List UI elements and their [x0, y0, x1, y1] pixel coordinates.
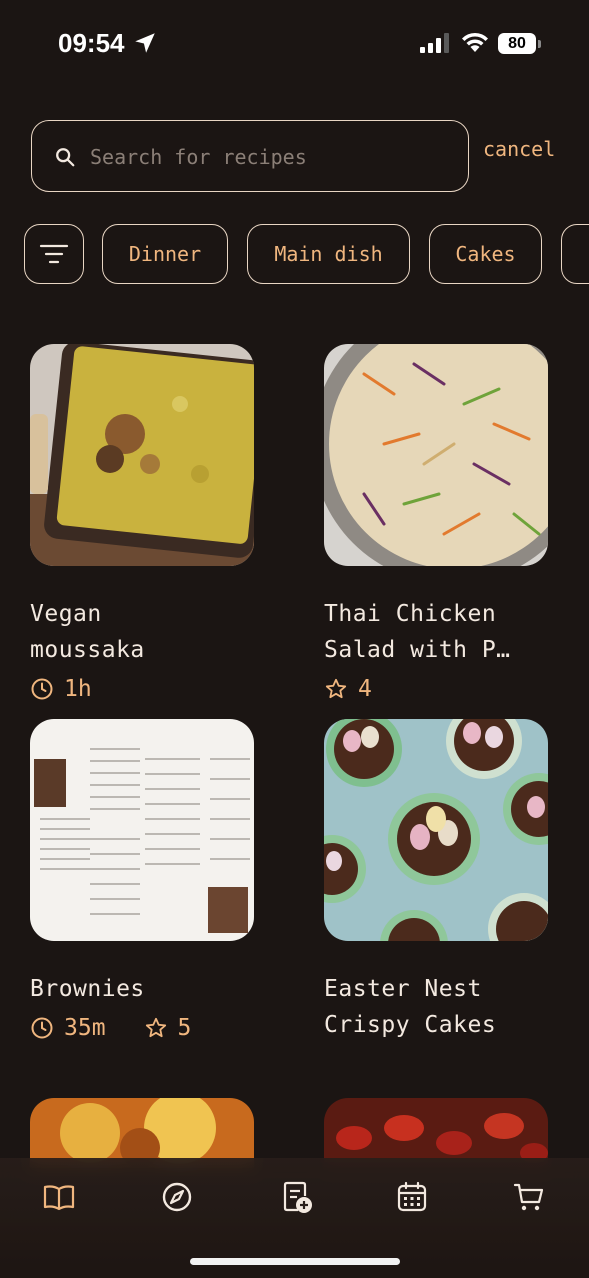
recipe-meta: 4 — [324, 676, 550, 702]
recipe-title-line: Crispy Cakes — [324, 1012, 497, 1038]
search-input[interactable] — [90, 139, 450, 175]
filter-chips: Dinner Main dish Cakes — [24, 224, 589, 286]
filter-icon — [39, 244, 69, 264]
chip-dinner[interactable]: Dinner — [102, 224, 228, 284]
star-icon — [145, 1017, 166, 1038]
recipe-title-line: moussaka — [30, 637, 145, 663]
recipe-title: Easter Nest Crispy Cakes — [324, 971, 550, 1043]
battery-tip — [538, 40, 541, 48]
cart-icon[interactable] — [512, 1180, 546, 1214]
recipe-meta: 1h — [30, 676, 256, 702]
recipe-image — [30, 719, 254, 941]
status-time: 09:54 — [58, 28, 125, 58]
book-icon[interactable] — [42, 1180, 76, 1214]
chip-main-dish[interactable]: Main dish — [247, 224, 410, 284]
cancel-button[interactable]: cancel — [483, 137, 555, 161]
clock-icon — [31, 1017, 53, 1039]
home-indicator[interactable] — [190, 1258, 400, 1265]
recipe-image — [30, 344, 254, 566]
recipe-card[interactable]: Brownies 35m 5 — [30, 719, 256, 1041]
recipe-meta: 35m 5 — [30, 1015, 256, 1041]
search-icon — [56, 148, 75, 167]
chip-cakes[interactable]: Cakes — [429, 224, 542, 284]
recipe-title: Thai Chicken Salad with P… — [324, 596, 550, 668]
battery-level: 80 — [498, 33, 536, 54]
cellular-signal-icon — [420, 33, 449, 53]
star-icon — [325, 678, 347, 699]
filter-button[interactable] — [24, 224, 84, 284]
cook-time-value: 35m — [64, 1015, 106, 1041]
recipe-title-line: Salad with P… — [324, 637, 511, 663]
location-arrow-icon — [135, 33, 155, 53]
calendar-icon[interactable] — [395, 1180, 429, 1214]
search-bar[interactable] — [31, 120, 469, 192]
recipe-title-line: Thai Chicken — [324, 601, 497, 627]
rating-value: 4 — [358, 676, 372, 702]
add-recipe-icon[interactable] — [279, 1180, 313, 1214]
recipe-card[interactable]: Easter Nest Crispy Cakes — [324, 719, 550, 1043]
recipe-title-line: Easter Nest — [324, 976, 482, 1002]
recipe-title-line: Brownies — [30, 976, 145, 1002]
chip-more[interactable] — [561, 224, 589, 284]
rating-value: 5 — [177, 1015, 192, 1041]
recipe-title: Vegan moussaka — [30, 596, 256, 668]
clock-icon — [31, 678, 53, 700]
rating: 4 — [324, 676, 372, 702]
recipe-image — [324, 719, 548, 941]
wifi-icon — [462, 32, 488, 52]
cook-time: 1h — [30, 676, 92, 702]
rating: 5 — [144, 1015, 192, 1041]
status-bar: 09:54 80 — [0, 0, 589, 90]
recipe-title: Brownies — [30, 971, 256, 1007]
recipe-card[interactable]: Vegan moussaka 1h — [30, 344, 256, 702]
recipe-image — [324, 344, 548, 566]
recipe-title-line: Vegan — [30, 601, 102, 627]
cook-time-value: 1h — [64, 676, 92, 702]
cook-time: 35m — [30, 1015, 106, 1041]
battery-indicator: 80 — [498, 33, 542, 55]
recipe-card[interactable]: Thai Chicken Salad with P… 4 — [324, 344, 550, 702]
compass-icon[interactable] — [160, 1180, 194, 1214]
